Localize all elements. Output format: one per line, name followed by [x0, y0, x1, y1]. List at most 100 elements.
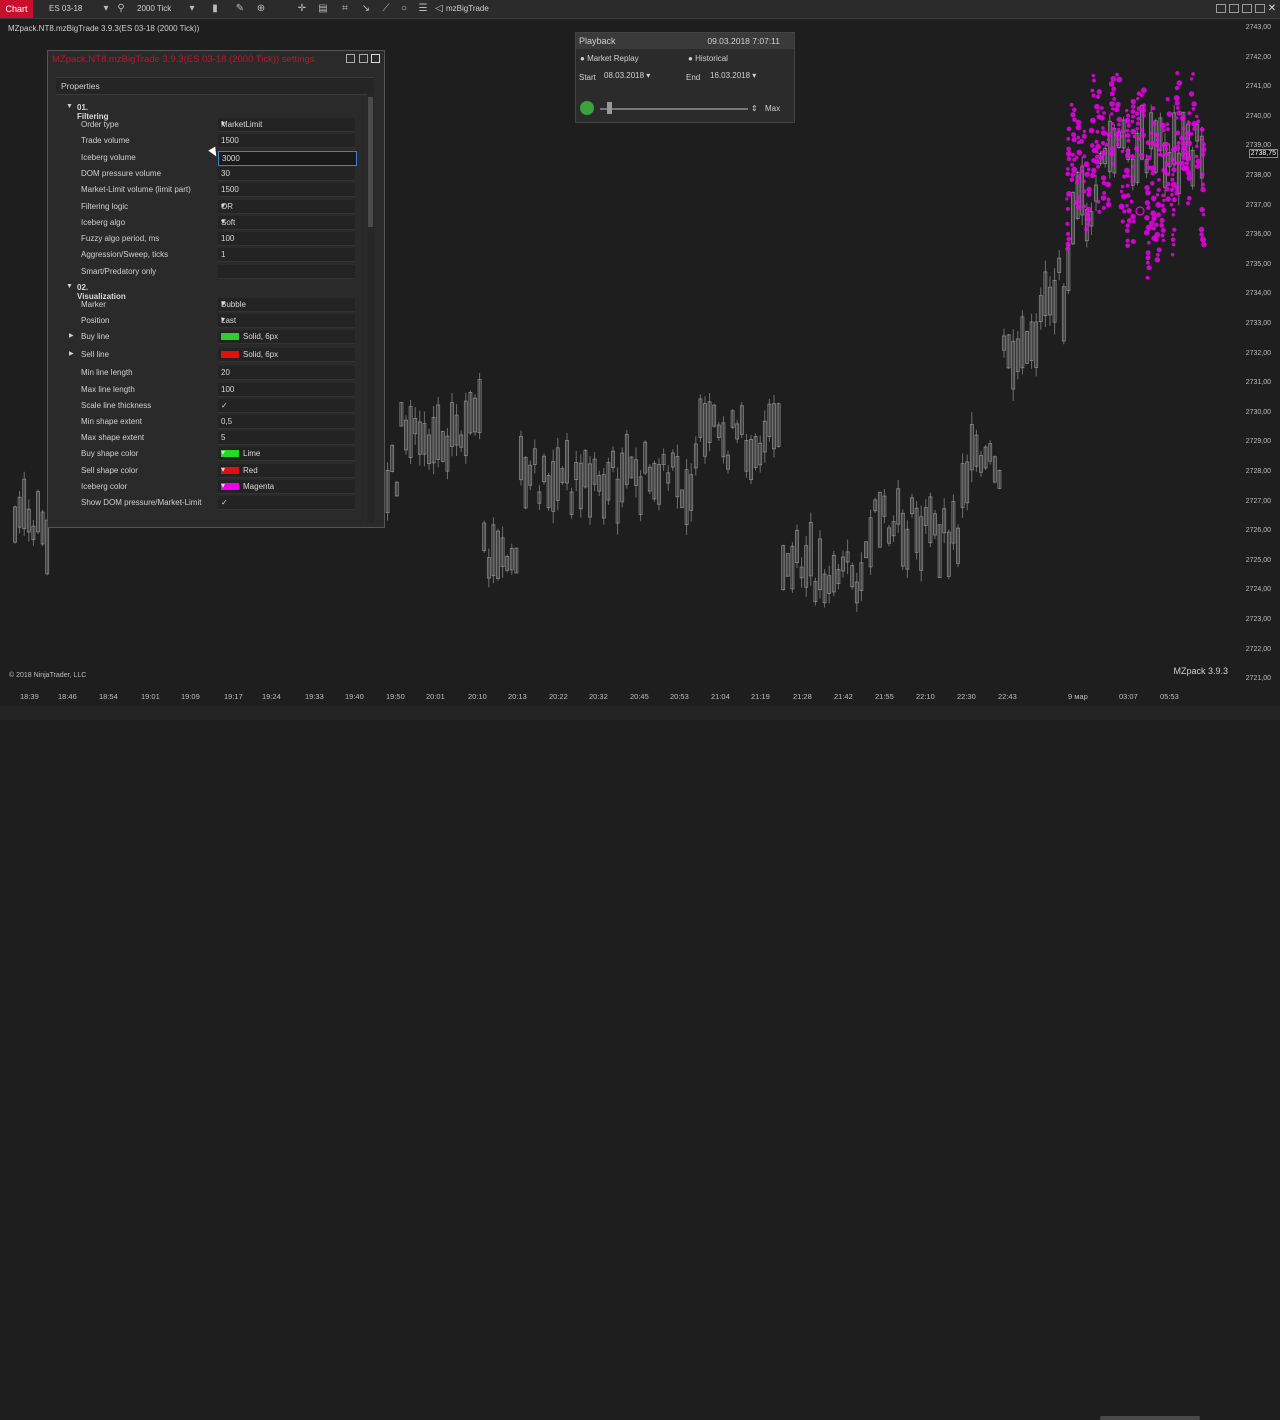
indicator-icon[interactable]: ⟋ [380, 3, 392, 15]
property-value-field[interactable]: 5 [218, 431, 355, 446]
chart-title: MZpack.NT8.mzBigTrade 3.9.3(ES 03-18 (20… [8, 24, 200, 33]
property-value-field[interactable]: ✓ [218, 496, 355, 510]
vertical-scrollbar[interactable] [367, 93, 374, 523]
property-label: Max shape extent [81, 433, 145, 443]
time-tick-label: 20:13 [508, 692, 527, 701]
close-icon[interactable]: ✕ [1266, 3, 1278, 15]
pencil-icon[interactable]: ✎ [234, 3, 246, 15]
property-value-field[interactable]: Soft ▾ [218, 215, 355, 230]
property-value-field[interactable]: Solid, 6px [218, 330, 355, 345]
minimize-icon[interactable] [346, 54, 355, 63]
property-value-field[interactable]: 100 [218, 382, 355, 397]
maximize-icon[interactable] [1255, 4, 1265, 13]
market-replay-radio[interactable]: ● Market Replay [580, 54, 639, 63]
price-axis[interactable]: 2743,00 2742,00 2741,00 2740,00 2739,00 2738,… [1237, 18, 1280, 686]
restore-icon[interactable] [1216, 4, 1226, 13]
settings-header[interactable]: MZpack.NT8.mzBigTrade 3.9.3(ES 03-18 (20… [48, 51, 384, 67]
property-value-field[interactable]: Red ▾ [218, 463, 355, 478]
time-tick-label: 19:33 [305, 692, 324, 701]
iceberg-bubble [1175, 71, 1180, 75]
instrument-selector[interactable]: ES 03-18 [49, 3, 82, 15]
iceberg-bubble [1072, 107, 1077, 112]
property-value-field[interactable]: 100 [218, 232, 355, 247]
pause-button[interactable] [580, 101, 594, 115]
iceberg-bubble [1130, 109, 1136, 114]
iceberg-bubble [1076, 195, 1081, 200]
start-date-picker[interactable]: 08.03.2018 ▾ [604, 71, 650, 80]
chart-tab[interactable]: Chart [0, 0, 33, 18]
iceberg-bubble [1166, 127, 1170, 131]
property-value-field[interactable]: Magenta ▾ [218, 479, 355, 494]
iceberg-bubble [1181, 126, 1185, 131]
iceberg-bubble [1181, 155, 1187, 161]
iceberg-bubble [1126, 218, 1132, 224]
end-date-picker[interactable]: 16.03.2018 ▾ [710, 71, 756, 80]
chevron-down-icon[interactable]: ▾ [221, 315, 352, 324]
chevron-down-icon[interactable]: ▾ [100, 3, 112, 15]
iceberg-bubble [1135, 206, 1145, 216]
property-value-field[interactable]: Lime ▾ [218, 447, 355, 462]
slider-handle[interactable] [607, 102, 612, 114]
iceberg-bubble [1070, 172, 1076, 178]
property-value-field[interactable]: 3000 [218, 150, 357, 166]
link-icon[interactable]: ◁ [433, 3, 445, 15]
iceberg-bubble [1115, 142, 1120, 147]
crosshair-icon[interactable]: ✛ [296, 3, 308, 15]
historical-radio[interactable]: ● Historical [688, 54, 728, 63]
property-value-field[interactable]: Bubble ▾ [218, 298, 355, 312]
speed-stepper-icon[interactable]: ⇕ [751, 104, 758, 113]
zoom-icon[interactable]: ⊕ [255, 3, 267, 15]
speed-slider[interactable] [600, 108, 748, 110]
time-axis[interactable]: 18:39 18:46 18:54 19:01 19:09 19:17 19:24 19:33… [0, 686, 1237, 706]
chevron-down-icon[interactable]: ▾ [221, 217, 352, 226]
search-icon[interactable]: ⚲ [115, 3, 127, 15]
iceberg-bubble [1115, 72, 1119, 77]
horizontal-scrollbar[interactable] [1100, 1416, 1200, 1420]
property-value-field[interactable] [218, 264, 355, 279]
iceberg-bubble [1156, 252, 1160, 257]
property-value-field[interactable]: 1 [218, 248, 355, 263]
iceberg-bubble [1169, 187, 1175, 192]
iceberg-bubble [1105, 201, 1112, 208]
property-value-field[interactable]: 1500 [218, 183, 355, 198]
price-tick-label: 2726,00 [1245, 527, 1271, 535]
time-tick-label: 21:55 [875, 692, 894, 701]
properties-icon[interactable]: ▤ [317, 3, 329, 15]
chevron-down-icon[interactable]: ▾ [221, 299, 352, 308]
property-value-field[interactable]: 30 [218, 166, 355, 181]
refresh-icon[interactable]: ○ [398, 3, 410, 15]
chevron-down-icon[interactable]: ▾ [221, 481, 352, 490]
property-value-field[interactable]: Last ▾ [218, 314, 355, 329]
property-value-field[interactable]: OR ▾ [218, 199, 355, 214]
draw-icon[interactable]: ↘ [360, 3, 372, 15]
property-value-field[interactable]: MarketLimit ▾ [218, 118, 355, 132]
chevron-down-icon[interactable]: ▾ [221, 448, 352, 457]
maximize-icon[interactable] [359, 54, 368, 63]
bars-icon[interactable]: ▮ [209, 3, 221, 15]
chevron-down-icon[interactable]: ▾ [221, 201, 352, 210]
window-icon[interactable] [1229, 4, 1239, 13]
iceberg-bubble [1150, 210, 1157, 217]
strategy-icon[interactable]: ⌗ [339, 3, 351, 15]
chevron-down-icon[interactable]: ▾ [221, 465, 352, 474]
property-value-field[interactable]: 1500 [218, 134, 355, 149]
property-value-field[interactable]: ✓ [218, 398, 355, 413]
minimize-icon[interactable] [1242, 4, 1252, 13]
chevron-down-icon[interactable]: ▾ [186, 3, 198, 15]
expand-icon[interactable]: ▶ [69, 350, 74, 357]
interval-selector[interactable]: 2000 Tick [137, 3, 171, 15]
iceberg-bubble [1096, 89, 1102, 95]
chevron-down-icon[interactable]: ▾ [221, 119, 352, 128]
list-icon[interactable]: ☰ [417, 3, 429, 15]
property-value-field[interactable]: 0,5 [218, 415, 355, 429]
iceberg-bubble [1157, 148, 1162, 152]
property-value-field[interactable]: Solid, 6px [218, 348, 355, 363]
close-icon[interactable] [371, 54, 380, 63]
iceberg-bubble [1145, 140, 1151, 146]
property-value-field[interactable]: 20 [218, 366, 355, 381]
iceberg-bubble [1164, 161, 1170, 167]
expand-icon[interactable]: ▶ [69, 332, 74, 339]
iceberg-bubble [1194, 163, 1201, 170]
iceberg-bubble [1186, 120, 1192, 126]
property-label: Iceberg algo [81, 217, 126, 227]
